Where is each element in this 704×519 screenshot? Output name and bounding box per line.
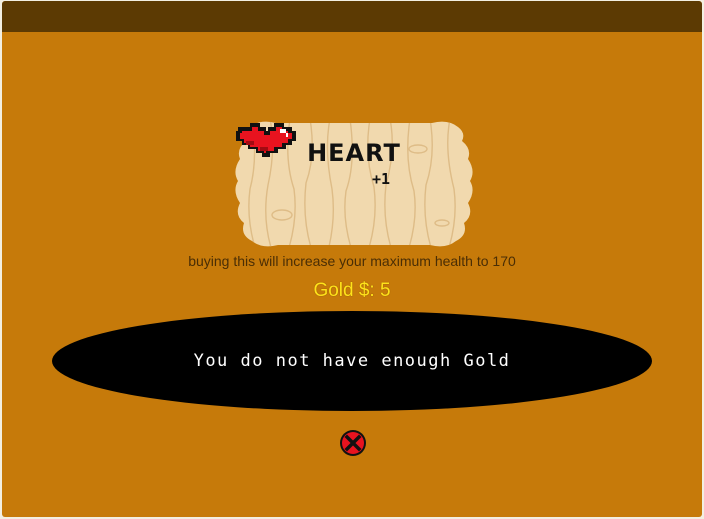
- close-button[interactable]: [338, 428, 368, 458]
- item-description: buying this will increase your maximum h…: [188, 253, 516, 269]
- message-box: You do not have enough Gold: [52, 311, 652, 411]
- heart-icon: [236, 123, 296, 157]
- shop-window: HEART +1 buying this will increase your …: [2, 1, 702, 517]
- top-bar: [2, 1, 702, 32]
- bonus-label: +1: [372, 170, 391, 188]
- gold-balance: Gold $: 5: [313, 280, 391, 301]
- message-text: You do not have enough Gold: [193, 351, 511, 371]
- item-card: HEART +1: [232, 119, 476, 251]
- close-icon: [340, 430, 366, 456]
